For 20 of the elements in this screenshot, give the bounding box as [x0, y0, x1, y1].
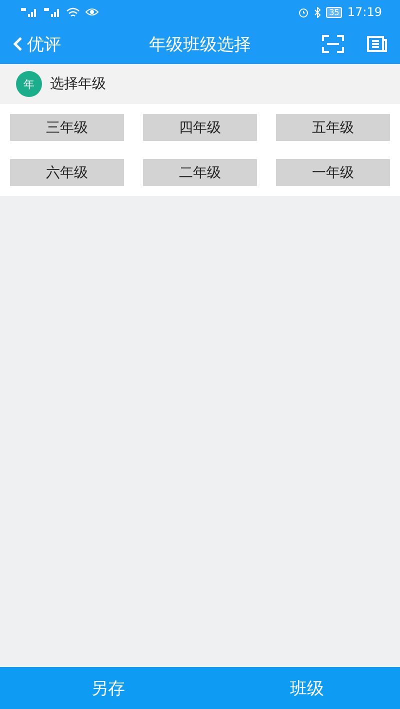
- grade-button[interactable]: 五年级: [276, 114, 390, 141]
- chevron-left-icon: [12, 36, 24, 52]
- eye-icon: [85, 7, 99, 17]
- clock-time: 17:19: [347, 5, 382, 19]
- grade-badge: 年: [16, 71, 42, 97]
- signal-icon: [43, 7, 61, 17]
- document-icon[interactable]: [366, 35, 388, 53]
- page-title: 年级班级选择: [148, 34, 252, 56]
- section-title: 选择年级: [50, 75, 106, 93]
- scan-icon[interactable]: [322, 35, 344, 53]
- grade-button[interactable]: 六年级: [10, 159, 124, 186]
- battery-level: 35: [326, 6, 342, 18]
- grade-button[interactable]: 一年级: [276, 159, 390, 186]
- grade-button[interactable]: 四年级: [143, 114, 257, 141]
- bluetooth-icon: [314, 6, 322, 18]
- grade-button[interactable]: 三年级: [10, 114, 124, 141]
- alarm-icon: [298, 6, 310, 18]
- wifi-icon: [66, 6, 80, 18]
- signal-icon: [20, 7, 38, 17]
- grade-button[interactable]: 二年级: [143, 159, 257, 186]
